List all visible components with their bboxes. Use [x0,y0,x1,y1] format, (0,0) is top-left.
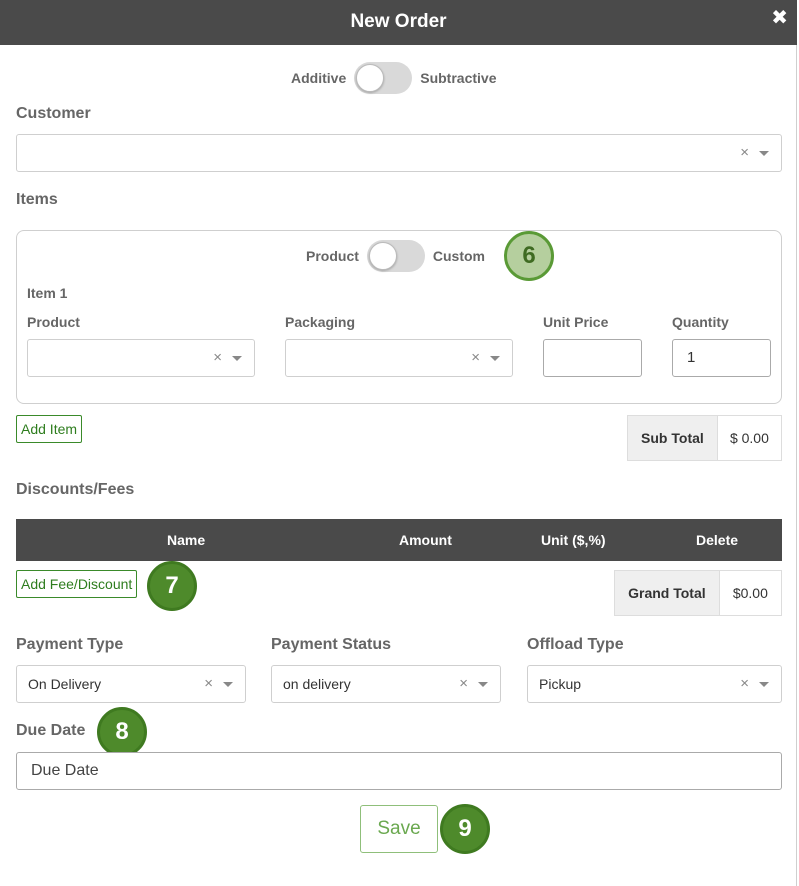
due-date-input[interactable]: Due Date [16,752,782,790]
grand-total-value: $0.00 [719,571,781,615]
quantity-input[interactable]: 1 [672,339,771,377]
custom-toggle-label: Custom [432,248,486,264]
clear-icon[interactable]: × [740,144,749,161]
packaging-column-label: Packaging [285,314,356,330]
additive-label: Additive [291,70,347,86]
grand-total-box: Grand Total $0.00 [614,570,782,616]
clear-icon[interactable]: × [459,675,468,692]
payment-type-value: On Delivery [28,676,102,692]
step-badge-9: 9 [440,804,490,854]
mode-toggle-switch[interactable] [354,62,413,94]
chevron-down-icon[interactable] [478,682,488,687]
grand-total-label: Grand Total [615,571,720,615]
modal-title: New Order [350,11,447,32]
step-badge-7: 7 [147,561,197,611]
quantity-column-label: Quantity [672,314,729,330]
items-label: Items [16,191,58,208]
modal-header: New Order ✖ [0,0,797,45]
product-toggle-label: Product [306,248,359,264]
subtractive-label: Subtractive [420,70,497,86]
unit-price-input[interactable] [543,339,642,377]
chevron-down-icon[interactable] [490,356,500,361]
mode-toggle-row: Additive Subtractive [291,62,496,94]
chevron-down-icon[interactable] [759,682,769,687]
item-title: Item 1 [27,285,68,301]
fees-name-column: Name [167,532,206,548]
fees-table-header: Name Amount Unit ($,%) Delete [16,519,782,561]
offload-type-select[interactable]: Pickup × [527,665,782,703]
item-type-toggle-row: Product Custom [306,240,485,272]
step-badge-6: 6 [504,231,554,281]
subtotal-box: Sub Total $ 0.00 [627,415,782,461]
due-date-label: Due Date [16,722,86,739]
step-badge-8: 8 [97,707,147,757]
payment-status-value: on delivery [283,676,351,692]
payment-type-select[interactable]: On Delivery × [16,665,246,703]
customer-label: Customer [16,105,91,122]
add-fee-discount-button[interactable]: Add Fee/Discount [16,570,138,598]
product-select[interactable]: × [27,339,255,377]
toggle-knob [368,242,397,270]
discounts-fees-label: Discounts/Fees [16,481,135,498]
product-column-label: Product [27,314,80,330]
add-item-button[interactable]: Add Item [16,415,83,443]
subtotal-label: Sub Total [628,416,718,460]
fees-delete-column: Delete [696,532,739,548]
clear-icon[interactable]: × [213,349,222,366]
payment-status-label: Payment Status [271,636,392,653]
clear-icon[interactable]: × [471,349,480,366]
customer-select[interactable]: × [16,134,782,172]
items-panel: Product Custom 6 Item 1 Product Packagin… [16,230,782,404]
fees-amount-column: Amount [399,532,452,548]
chevron-down-icon[interactable] [759,151,769,156]
payment-type-label: Payment Type [16,636,124,653]
new-order-modal: New Order ✖ Additive Subtractive Custome… [0,0,797,886]
offload-type-label: Offload Type [527,636,624,653]
clear-icon[interactable]: × [204,675,213,692]
toggle-knob [356,64,385,92]
chevron-down-icon[interactable] [232,356,242,361]
subtotal-value: $ 0.00 [717,416,781,460]
packaging-select[interactable]: × [285,339,513,377]
clear-icon[interactable]: × [740,675,749,692]
save-button[interactable]: Save [360,805,438,853]
close-icon[interactable]: ✖ [771,8,788,28]
fees-unit-column: Unit ($,%) [541,532,606,548]
chevron-down-icon[interactable] [223,682,233,687]
unit-price-column-label: Unit Price [543,314,609,330]
offload-type-value: Pickup [539,676,582,692]
payment-status-select[interactable]: on delivery × [271,665,501,703]
item-type-toggle-switch[interactable] [366,240,425,272]
